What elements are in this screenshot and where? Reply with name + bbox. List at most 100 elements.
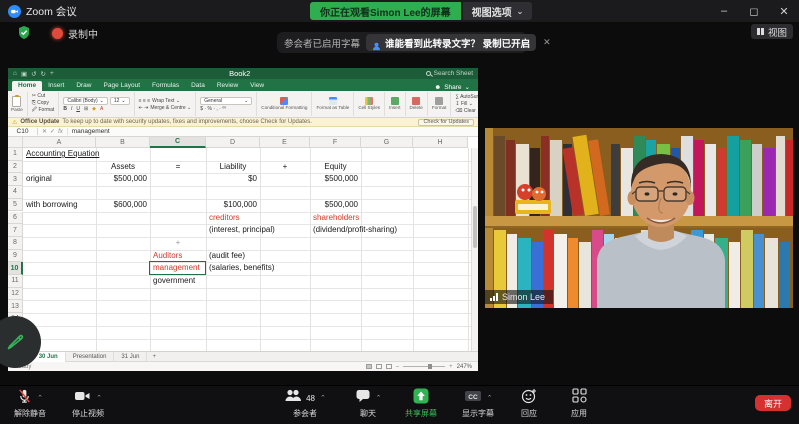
ribbon-tab-insert[interactable]: Insert [42, 81, 70, 91]
ribbon-tab-formulas[interactable]: Formulas [146, 81, 185, 91]
ribbon-tab-page-layout[interactable]: Page Layout [98, 81, 147, 91]
view-button[interactable]: 视图 [751, 24, 793, 39]
cell-E2[interactable]: + [260, 161, 310, 173]
row-header-13[interactable]: 13 [8, 300, 23, 313]
notice-close-icon[interactable]: ✕ [543, 37, 551, 48]
row-header-6[interactable]: 6 [8, 212, 23, 225]
cell-C9[interactable]: Auditors [153, 250, 182, 262]
column-header-D[interactable]: D [206, 137, 260, 148]
number-buttons[interactable]: $ · % · , · ⁰⁰ [200, 106, 252, 112]
column-header-E[interactable]: E [260, 137, 310, 148]
close-button[interactable]: ✕ [769, 0, 799, 22]
security-shield-icon[interactable] [18, 26, 30, 44]
add-sheet-button[interactable]: + [152, 354, 156, 360]
clear-button[interactable]: ⌫ Clear ⌄ [455, 108, 478, 114]
column-header-C[interactable]: C [150, 137, 206, 148]
redo-icon[interactable]: ↻ [41, 70, 46, 78]
stop-video-button[interactable]: ⌃停止视频 [58, 390, 118, 419]
ribbon-tab-review[interactable]: Review [211, 81, 244, 91]
cell-C8[interactable]: + [150, 237, 206, 249]
align-icons[interactable]: ≡ ≡ ≡ [139, 98, 151, 104]
row-header-3[interactable]: 3 [8, 173, 23, 186]
formula-bar-icons[interactable]: ✕✓fx [38, 128, 68, 135]
cell-F5[interactable]: $500,000 [310, 199, 358, 211]
recording-indicator[interactable]: 录制中 [52, 26, 98, 41]
cell-D9[interactable]: (audit fee) [209, 250, 245, 262]
zoom-out-icon[interactable]: – [396, 364, 399, 370]
merge-centre-button[interactable]: Merge & Centre ⌄ [150, 105, 191, 111]
column-header-G[interactable]: G [361, 137, 413, 148]
cell-A3[interactable]: original [26, 173, 52, 185]
cell-C10[interactable]: management [153, 262, 200, 274]
zoom-in-icon[interactable]: + [449, 364, 453, 370]
cell-F2[interactable]: Equity [310, 161, 361, 173]
column-header-H[interactable]: H [413, 137, 468, 148]
column-header-B[interactable]: B [96, 137, 150, 148]
cell-D10[interactable]: (salaries, benefits) [209, 262, 274, 274]
format-painter-button[interactable]: 🖉 Format [32, 107, 55, 115]
copy-button[interactable]: ⎘ Copy [32, 100, 55, 106]
spreadsheet-grid[interactable]: ABCDEFGH12345678910111213141516Accountin… [8, 137, 478, 351]
row-header-7[interactable]: 7 [8, 224, 23, 237]
cell-styles-button[interactable]: Cell Styles [358, 92, 385, 116]
cell-D7[interactable]: (interest, principal) [209, 224, 275, 236]
wrap-text-button[interactable]: Wrap Text ⌄ [152, 98, 180, 104]
font-size-select[interactable]: 12 ⌄ [110, 97, 130, 105]
paste-button[interactable]: Paste [11, 92, 28, 116]
row-header-11[interactable]: 11 [8, 275, 23, 288]
column-header-F[interactable]: F [310, 137, 361, 148]
row-header-10[interactable]: 10 [8, 262, 23, 275]
cut-button[interactable]: ✂ Cut [32, 93, 55, 99]
webcam-video[interactable]: Simon Lee [485, 128, 793, 308]
conditional-formatting-button[interactable]: Conditional Formatting [261, 92, 312, 116]
underline-button[interactable]: U [76, 106, 80, 112]
cell-A5[interactable]: with borrowing [26, 199, 78, 211]
name-box[interactable]: C10 [8, 128, 38, 135]
share-button[interactable]: ☻ Share ⌄ [434, 83, 478, 91]
ribbon-tab-draw[interactable]: Draw [70, 81, 97, 91]
fill-button[interactable]: ↧ Fill ⌄ [455, 101, 478, 107]
cell-F7[interactable]: (dividend/profit-sharing) [313, 224, 397, 236]
column-header-A[interactable]: A [23, 137, 96, 148]
row-header-2[interactable]: 2 [8, 161, 23, 174]
search-sheet-box[interactable]: Search Sheet [426, 70, 473, 77]
chevron-up-icon[interactable]: ⌃ [320, 394, 326, 402]
normal-view-icon[interactable] [366, 364, 372, 369]
zoom-slider[interactable] [403, 366, 445, 367]
share-screen-button[interactable]: 共享屏幕 [391, 390, 451, 419]
cell-B3[interactable]: $500,000 [96, 173, 147, 185]
unmute-button[interactable]: ⌃解除静音 [0, 390, 60, 419]
formula-value[interactable]: management [68, 128, 110, 135]
cell-D5[interactable]: $100,000 [206, 199, 257, 211]
cell-D3[interactable]: $0 [206, 173, 257, 185]
ribbon-tab-view[interactable]: View [244, 81, 270, 91]
row-header-12[interactable]: 12 [8, 288, 23, 301]
sheet-tab-presentation[interactable]: Presentation [66, 352, 115, 362]
vertical-scrollbar[interactable] [471, 148, 478, 351]
view-options-button[interactable]: 视图选项 ⌄ [463, 2, 533, 20]
transcript-notice-button[interactable]: 谁能看到此转录文字？ 录制已开启 [366, 34, 536, 51]
row-header-9[interactable]: 9 [8, 250, 23, 263]
home-icon[interactable]: ⌂ [13, 70, 17, 78]
apps-button[interactable]: 应用 [549, 390, 609, 419]
cell-D2[interactable]: Liability [206, 161, 260, 173]
indent-icons[interactable]: ⇤ ⇥ [139, 105, 149, 111]
participants-button[interactable]: 48⌃参会者 [275, 390, 335, 419]
insert-cells-button[interactable]: Insert [389, 92, 406, 116]
zoom-slider-knob[interactable] [428, 364, 432, 369]
save-icon[interactable]: ▣ [21, 70, 27, 78]
delete-cells-button[interactable]: Delete [410, 92, 428, 116]
chevron-up-icon[interactable]: ⌃ [376, 394, 382, 402]
chat-button[interactable]: ⌃聊天 [338, 390, 398, 419]
page-layout-view-icon[interactable] [376, 364, 382, 369]
italic-button[interactable]: I [71, 106, 72, 112]
select-all-corner[interactable] [8, 137, 23, 148]
row-header-1[interactable]: 1 [8, 148, 23, 161]
cell-B5[interactable]: $600,000 [96, 199, 147, 211]
font-color-button[interactable]: A [100, 106, 103, 112]
ribbon-tab-home[interactable]: Home [12, 81, 42, 91]
cell-A1[interactable]: Accounting Equation [26, 148, 99, 160]
scrollbar-thumb[interactable] [473, 206, 477, 248]
format-cells-button[interactable]: Format [432, 92, 452, 116]
cell-F3[interactable]: $500,000 [310, 173, 358, 185]
